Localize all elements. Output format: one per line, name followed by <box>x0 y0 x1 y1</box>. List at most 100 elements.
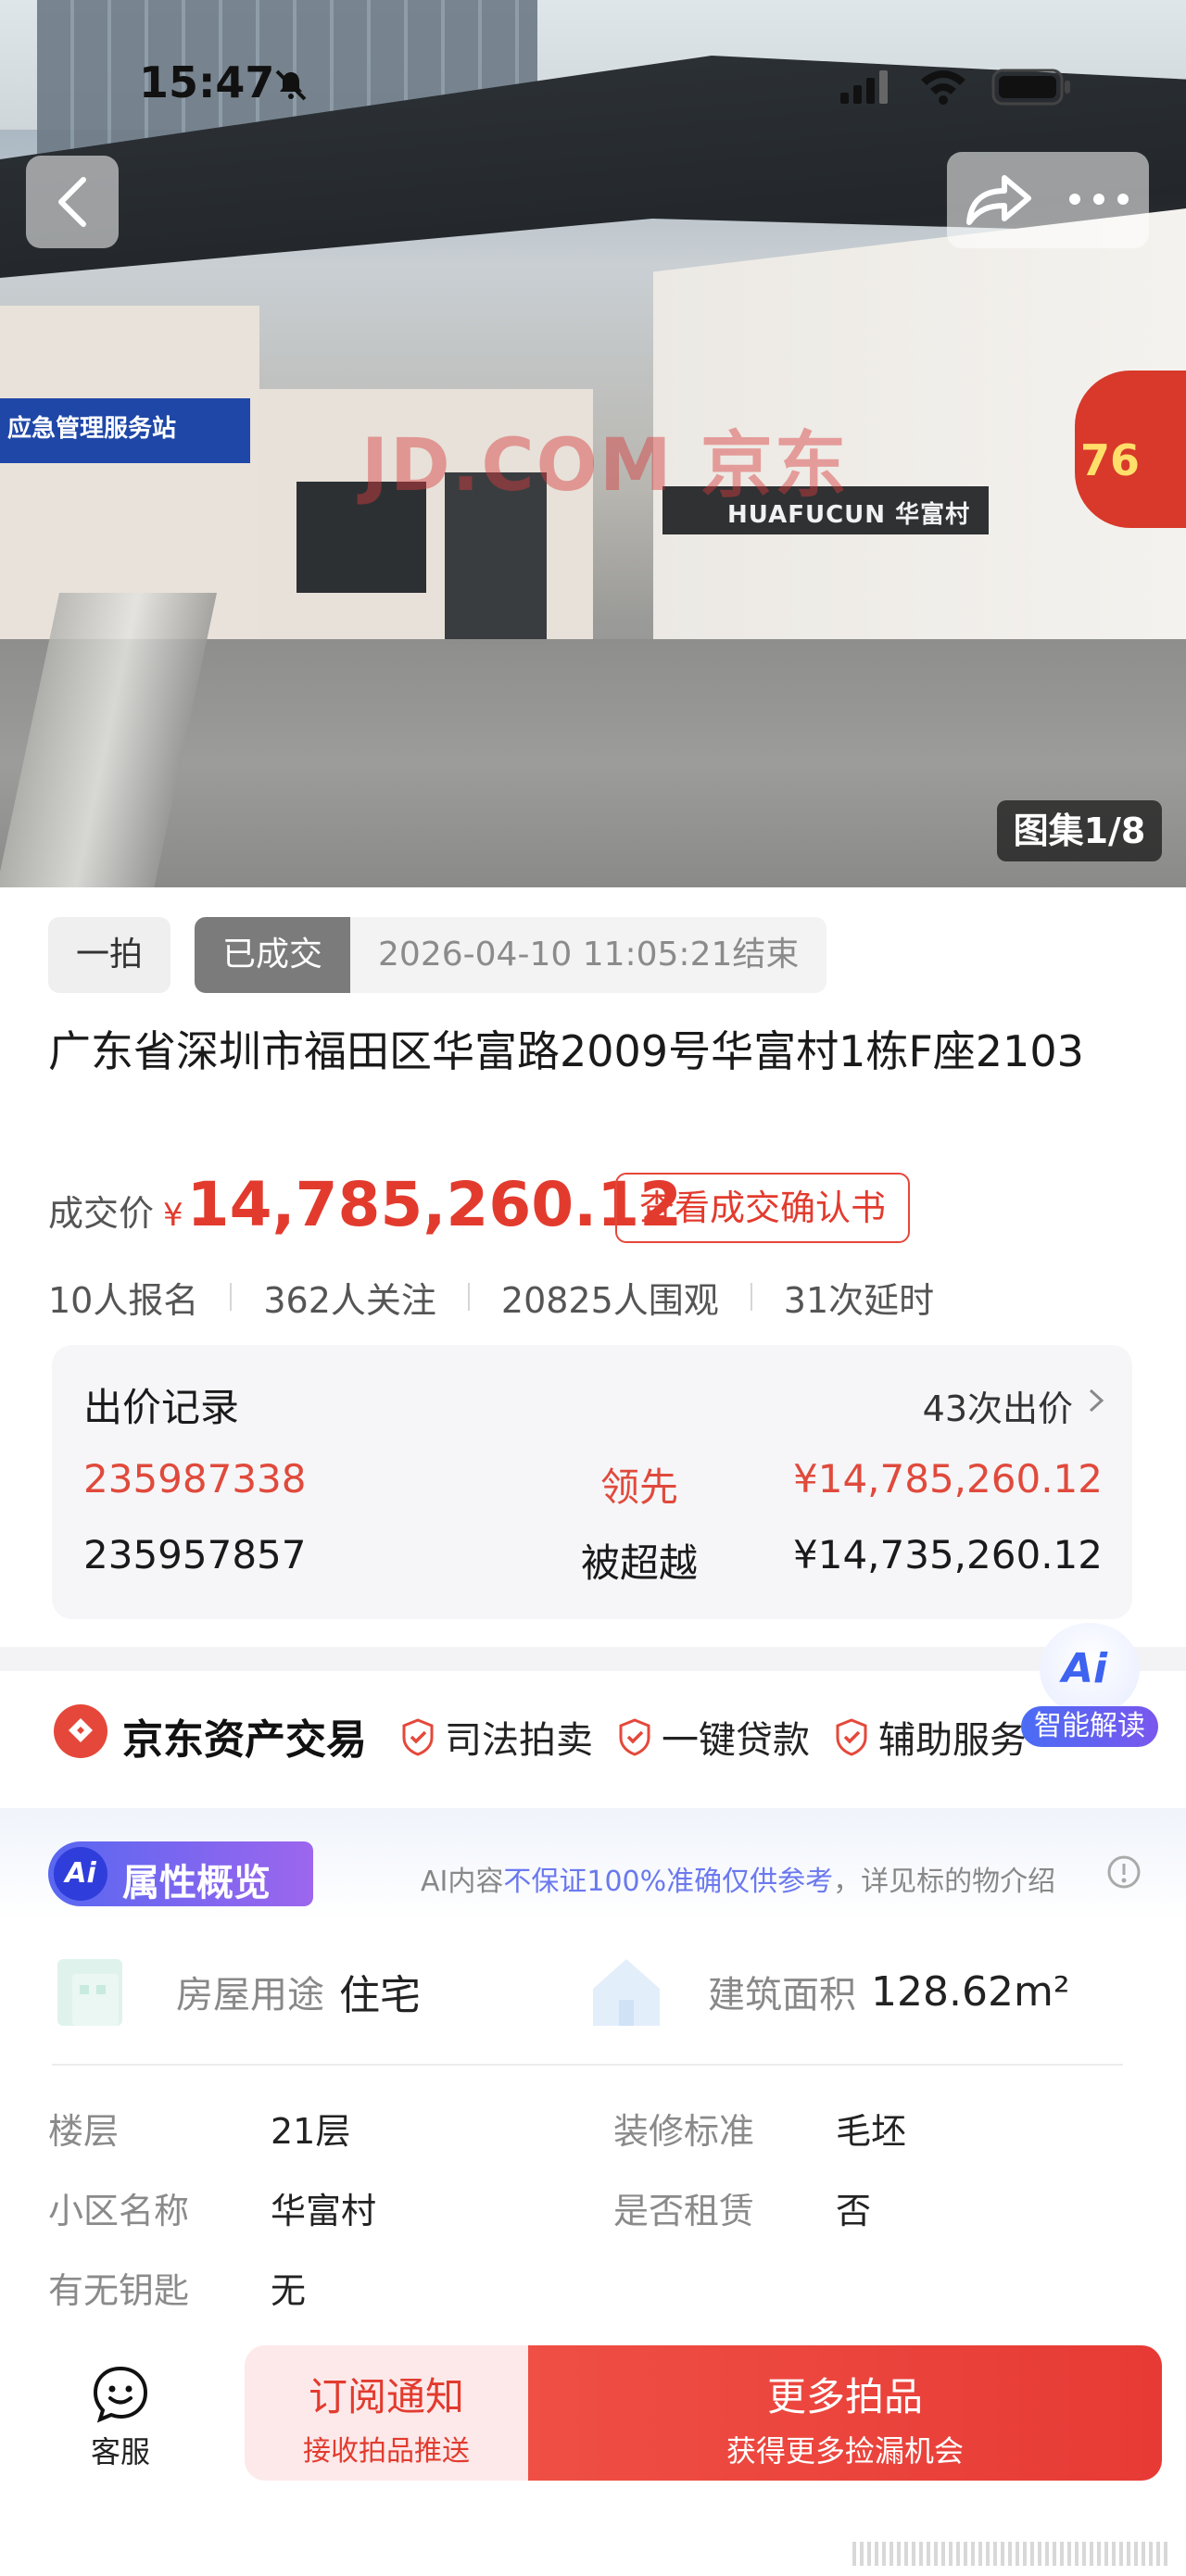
property-title: 广东省深圳市福田区华富路2009号华富村1栋F座2103 <box>48 1026 1084 1076</box>
stat-signups: 10人报名 <box>48 1279 199 1321</box>
auction-tags: 一拍 已成交 2026-04-10 11:05:21结束 <box>48 917 827 993</box>
more-items-button[interactable]: 更多拍品 获得更多捡漏机会 <box>528 2345 1162 2481</box>
shield-check-icon <box>836 1718 867 1756</box>
service-assist: 辅助服务 <box>834 1710 1027 1764</box>
service-label: 一键贷款 <box>662 1719 810 1762</box>
battery-icon <box>991 69 1070 106</box>
disclaimer-suffix: ，详见标的物介绍 <box>833 1866 1056 1898</box>
attr-key: 有无钥匙 <box>48 2270 190 2311</box>
attr-key: 楼层 <box>48 2111 120 2152</box>
more-options-icon[interactable] <box>1066 185 1132 213</box>
wifi-icon <box>921 70 965 105</box>
jd-asset-logo-icon <box>54 1704 107 1758</box>
attr-key: 是否租赁 <box>613 2191 755 2231</box>
service-row[interactable]: 京东资产交易 司法拍卖 一键贷款 辅助服务 <box>0 1686 1186 1778</box>
bidder-id: 235987338 <box>83 1456 307 1502</box>
stat-divider <box>467 1283 470 1311</box>
attr-value: 华富村 <box>271 2191 377 2231</box>
jd-watermark: JD.COM 京东 <box>361 424 849 508</box>
feature-key: 建筑面积 <box>708 1974 856 2017</box>
service-judicial-auction: 司法拍卖 <box>400 1710 593 1764</box>
stat-followers: 362人关注 <box>263 1279 436 1321</box>
price-label: 成交价 <box>48 1193 155 1234</box>
emblem-number: 76 <box>1080 435 1141 485</box>
view-confirmation-button[interactable]: 查看成交确认书 <box>615 1173 910 1243</box>
service-label: 司法拍卖 <box>445 1719 593 1762</box>
status-time: 15:47 <box>139 57 275 107</box>
stat-divider <box>750 1283 752 1311</box>
deal-status-tag: 已成交 <box>195 917 351 993</box>
bid-status: 被超越 <box>580 1540 698 1586</box>
attribute-divider <box>52 2064 1123 2066</box>
bid-row: 235987338 领先 ¥14,785,260.12 <box>83 1456 1103 1512</box>
bid-record-card[interactable]: 出价记录 43次出价 235987338 领先 ¥14,785,260.12 2… <box>52 1345 1132 1619</box>
cell-signal-icon <box>840 70 888 104</box>
auction-round-tag: 一拍 <box>48 917 171 993</box>
stat-viewers: 20825人围观 <box>500 1279 719 1321</box>
attr-value: 无 <box>271 2270 307 2311</box>
stat-extensions: 31次延时 <box>783 1279 935 1321</box>
share-icon[interactable] <box>964 172 1034 228</box>
deal-price: 14,785,260.12 <box>186 1169 683 1240</box>
chevron-left-icon <box>58 177 86 227</box>
customer-service-button[interactable]: 客服 <box>65 2364 176 2484</box>
subscribe-title: 订阅通知 <box>308 2374 464 2419</box>
ai-disclaimer: AI内容不保证100%准确仅供参考，详见标的物介绍 <box>421 1858 1055 1899</box>
hero-photo[interactable]: 应急管理服务站 HUAFUCUN 华富村 76 JD.COM 京东 15:47 <box>0 0 1186 887</box>
service-label: 辅助服务 <box>878 1719 1027 1762</box>
attribute-badge-label: 属性概览 <box>122 1862 271 1904</box>
bid-status: 领先 <box>599 1464 678 1510</box>
attr-value: 21层 <box>271 2111 351 2152</box>
more-items-subtitle: 获得更多捡漏机会 <box>725 2433 964 2469</box>
bid-amount: ¥14,735,260.12 <box>793 1532 1103 1577</box>
header-actions <box>947 152 1149 248</box>
attr-key: 小区名称 <box>48 2191 190 2231</box>
info-icon[interactable] <box>1106 1854 1142 1890</box>
attribute-overview: Ai 属性概览 AI内容不保证100%准确仅供参考，详见标的物介绍 房屋用途 住… <box>0 1808 1186 2327</box>
attr-value: 否 <box>836 2191 872 2231</box>
ai-interpret-button[interactable]: Ai 智能解读 <box>1021 1623 1158 1751</box>
attr-value: 毛坯 <box>836 2111 907 2152</box>
shield-check-icon <box>619 1718 650 1756</box>
bell-muted-icon <box>275 69 307 101</box>
bidder-id: 235957857 <box>83 1532 307 1577</box>
back-button[interactable] <box>26 156 119 248</box>
house-icon <box>593 1959 660 2026</box>
subscribe-button[interactable]: 订阅通知 接收拍品推送 <box>245 2345 528 2481</box>
home-indicator <box>852 2542 1167 2566</box>
more-items-title: 更多拍品 <box>766 2374 923 2419</box>
ai-icon: Ai <box>54 1847 107 1901</box>
disclaimer-prefix: AI内容 <box>421 1866 504 1898</box>
gallery-counter[interactable]: 图集1/8 <box>997 800 1162 861</box>
bottom-action-bar: 客服 订阅通知 接收拍品推送 更多拍品 获得更多捡漏机会 <box>0 2327 1186 2576</box>
feature-value: 128.62m² <box>871 1967 1070 2016</box>
disclaimer-highlight: 不保证100%准确仅供参考 <box>503 1866 834 1898</box>
feature-key: 房屋用途 <box>176 1974 324 2017</box>
shield-check-icon <box>402 1718 434 1756</box>
hero-blue-sign: 应急管理服务站 <box>0 398 250 463</box>
status-bar: 15:47 <box>0 0 1186 176</box>
service-loan: 一键贷款 <box>617 1710 810 1764</box>
bid-count-link[interactable]: 43次出价 <box>923 1380 1073 1431</box>
bid-amount: ¥14,785,260.12 <box>793 1456 1103 1502</box>
bid-row: 235957857 被超越 ¥14,735,260.12 <box>83 1532 1103 1588</box>
deal-price-row: 成交价 ¥ 14,785,260.12 <box>48 1169 682 1252</box>
attribute-badge: Ai 属性概览 <box>48 1841 313 1906</box>
stat-divider <box>230 1283 233 1311</box>
bid-record-title: 出价记录 <box>83 1385 240 1430</box>
ai-interpret-label: 智能解读 <box>1021 1706 1158 1747</box>
feature-usage: 房屋用途 住宅 <box>52 1947 421 2036</box>
attr-key: 装修标准 <box>613 2111 755 2152</box>
blue-sign-text: 应急管理服务站 <box>7 415 177 443</box>
customer-service-label: 客服 <box>90 2434 150 2469</box>
end-time-tag: 2026-04-10 11:05:21结束 <box>350 917 827 993</box>
service-brand: 京东资产交易 <box>122 1716 367 1764</box>
price-currency: ¥ <box>163 1197 183 1234</box>
hero-red-emblem: 76 <box>1075 371 1186 528</box>
ai-icon: Ai <box>1062 1645 1108 1692</box>
chevron-right-icon <box>1089 1389 1104 1413</box>
building-icon <box>57 1959 122 2026</box>
auction-stats: 10人报名 362人关注 20825人围观 31次延时 <box>48 1269 934 1325</box>
subscribe-subtitle: 接收拍品推送 <box>303 2435 470 2468</box>
feature-area: 建筑面积 128.62m² <box>584 1947 1069 2036</box>
